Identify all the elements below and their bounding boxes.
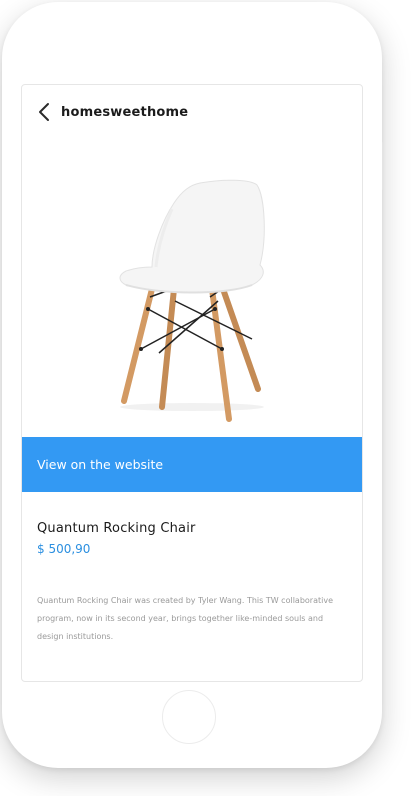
store-title: homesweethome <box>61 104 189 120</box>
chevron-left-icon <box>39 103 49 121</box>
product-image <box>119 179 265 422</box>
phone-side-button <box>382 142 384 190</box>
view-website-button[interactable]: View on the website <box>22 437 362 492</box>
app-screen: homesweethome View on the website Quantu… <box>21 84 363 682</box>
app-header: homesweethome <box>22 85 362 139</box>
product-price: $ 500,90 <box>37 542 91 556</box>
product-description: Quantum Rocking Chair was created by Tyl… <box>37 596 333 641</box>
back-button[interactable] <box>36 102 52 122</box>
product-name: Quantum Rocking Chair <box>37 521 196 536</box>
home-button[interactable] <box>162 690 216 744</box>
